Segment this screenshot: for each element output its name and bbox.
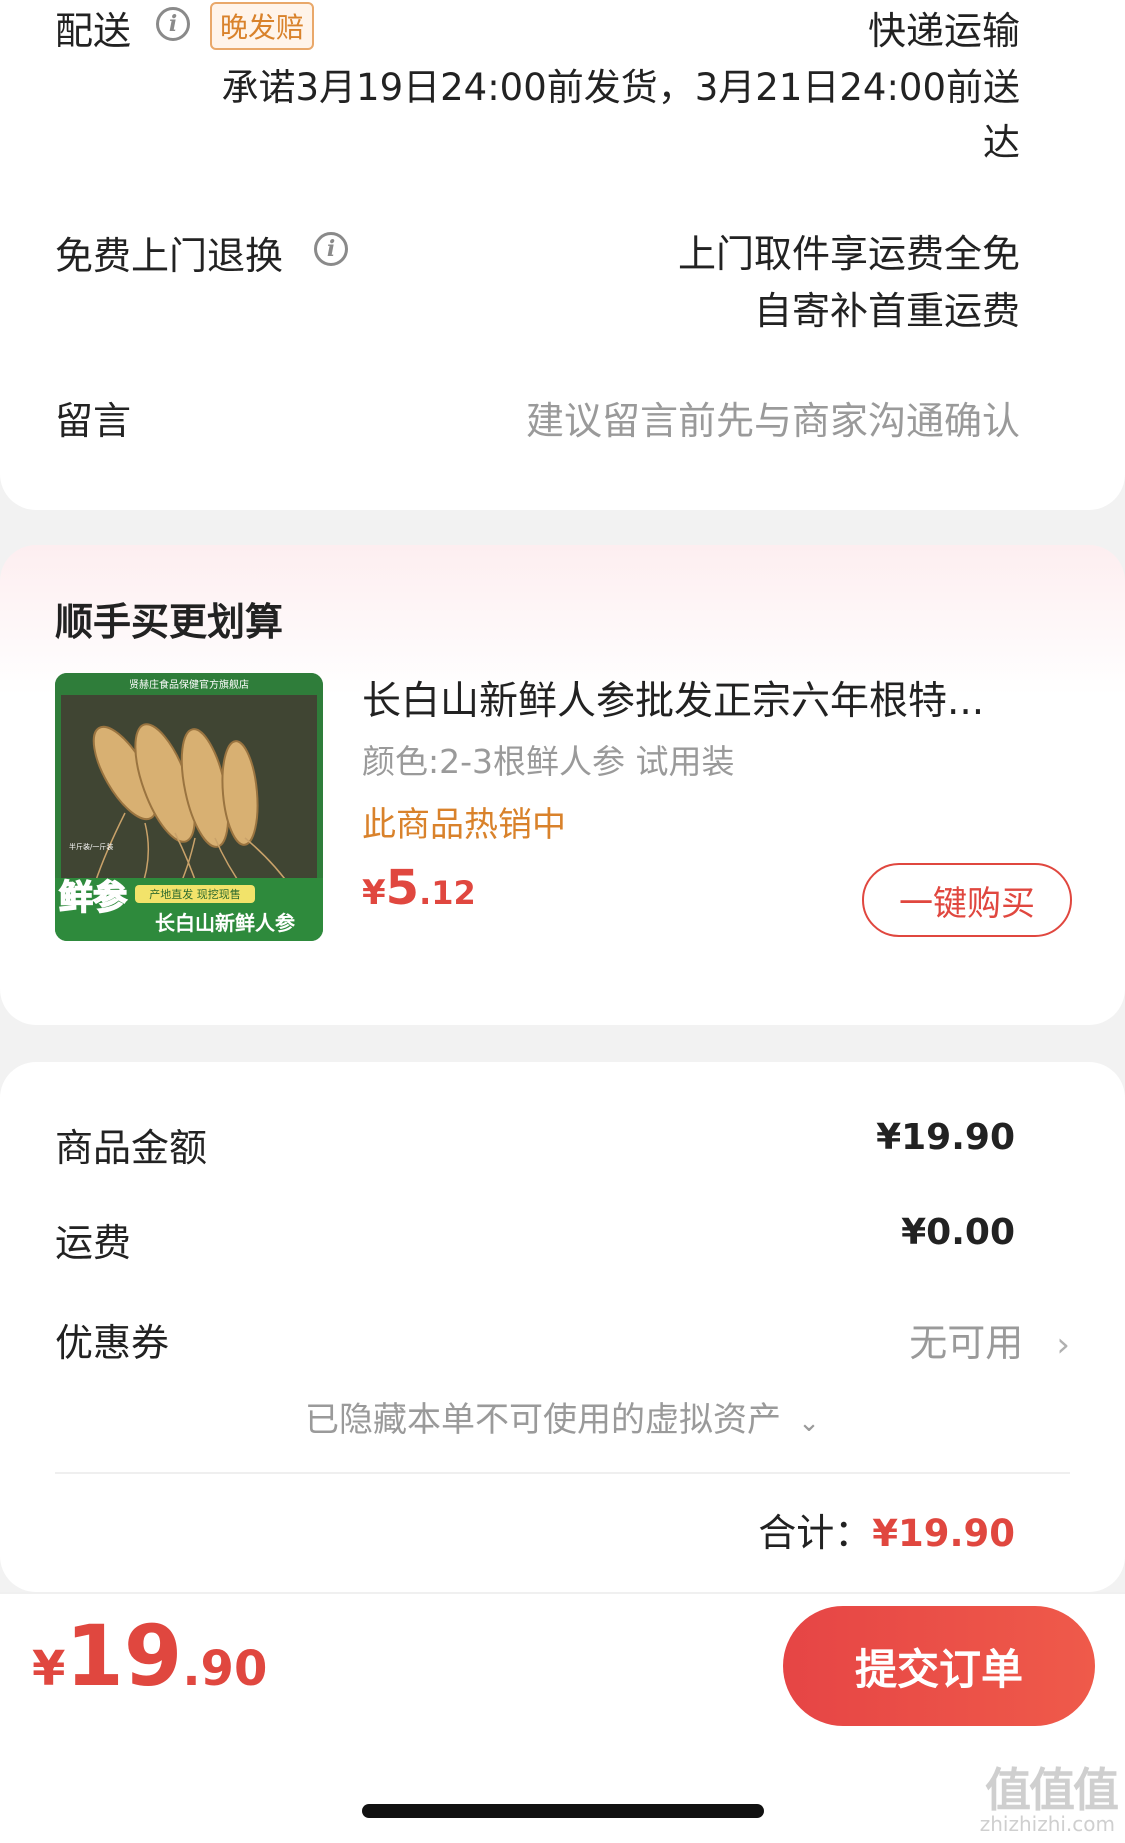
shipping-label: 运费 <box>55 1221 132 1265</box>
bottom-price-integer: 19 <box>65 1607 183 1705</box>
chevron-down-icon: ⌄ <box>798 1408 820 1438</box>
divider <box>55 1472 1070 1474</box>
home-indicator[interactable] <box>362 1804 764 1818</box>
goods-amount-label: 商品金额 <box>55 1126 208 1170</box>
upsell-title: 顺手买更划算 <box>55 600 284 644</box>
bottom-total-price: ¥19.90 <box>32 1614 267 1698</box>
info-icon[interactable]: i <box>314 232 348 266</box>
price-integer: 5 <box>385 860 420 916</box>
product-image[interactable]: 贤赫庄食品保健官方旗舰店 半斤装/一斤装 鲜参 产地直发 现挖现售 长白山新鲜人… <box>55 673 323 941</box>
delivery-label: 配送 <box>55 9 132 53</box>
price-currency: ¥ <box>362 873 386 913</box>
product-name[interactable]: 长白山新鲜人参批发正宗六年根特... <box>362 670 984 726</box>
product-image-origin-tag: 产地直发 现挖现售 <box>149 887 241 901</box>
coupon-label: 优惠券 <box>55 1321 170 1365</box>
delivery-promise-line2: 达 <box>983 121 1020 164</box>
hot-selling-label: 此商品热销中 <box>362 805 566 845</box>
bottom-action-bar: ¥19.90 提交订单 <box>0 1592 1125 1744</box>
coupon-selector[interactable]: 无可用 › <box>909 1312 1070 1367</box>
delivery-method: 快递运输 <box>867 9 1020 53</box>
order-info-card: 配送 i 晚发赔 快递运输 承诺3月19日24:00前发货，3月21日24:00… <box>0 0 1125 510</box>
chevron-right-icon: › <box>1056 1325 1070 1365</box>
total-row: 合计：¥19.90 <box>758 1502 1015 1557</box>
bottom-price-currency: ¥ <box>32 1641 66 1697</box>
message-label: 留言 <box>55 399 132 443</box>
late-compensation-badge: 晚发赔 <box>210 2 315 50</box>
product-image-store-banner: 贤赫庄食品保健官方旗舰店 <box>129 678 249 691</box>
upsell-card: 顺手买更划算 贤赫庄食品保健官方旗舰店 半斤装/一斤装 鲜参 产地直发 现挖现售… <box>0 545 1125 1025</box>
watermark-logo: 值值值 <box>985 1763 1119 1817</box>
message-input[interactable]: 建议留言前先与商家沟通确认 <box>526 390 1020 445</box>
product-spec[interactable]: 颜色:2-3根鲜人参 试用装 <box>362 735 735 783</box>
product-price: ¥5.12 <box>362 860 476 916</box>
product-image-fresh-tag: 鲜参 <box>59 878 127 918</box>
free-return-label: 免费上门退换 <box>55 234 284 278</box>
coupon-value: 无可用 <box>909 1321 1024 1365</box>
hidden-assets-text: 已隐藏本单不可使用的虚拟资产 <box>305 1400 782 1440</box>
watermark-site: zhizhizhi.com <box>979 1812 1115 1836</box>
submit-order-button[interactable]: 提交订单 <box>783 1606 1095 1726</box>
product-image-weight-tag: 半斤装/一斤装 <box>69 842 113 851</box>
product-image-name-tag: 长白山新鲜人参 <box>155 911 295 935</box>
shipping-value: ¥0.00 <box>901 1212 1015 1253</box>
return-pickup-text: 上门取件享运费全免 <box>677 232 1020 276</box>
one-click-buy-button[interactable]: 一键购买 <box>862 863 1072 937</box>
home-indicator-area: 值值值 zhizhizhi.com <box>0 1742 1125 1843</box>
price-decimal: .12 <box>419 874 476 912</box>
total-label: 合计： <box>758 1511 873 1555</box>
delivery-promise-line1: 承诺3月19日24:00前发货，3月21日24:00前送 <box>221 66 1021 109</box>
price-summary-card: 商品金额 ¥19.90 运费 ¥0.00 优惠券 无可用 › 已隐藏本单不可使用… <box>0 1062 1125 1592</box>
bottom-price-decimal: .90 <box>182 1641 268 1697</box>
total-value: ¥19.90 <box>872 1512 1015 1555</box>
hidden-assets-toggle[interactable]: 已隐藏本单不可使用的虚拟资产 ⌄ <box>0 1392 1125 1441</box>
info-icon[interactable]: i <box>156 7 190 41</box>
goods-amount-value: ¥19.90 <box>876 1117 1015 1158</box>
return-self-send-text: 自寄补首重运费 <box>753 289 1020 333</box>
